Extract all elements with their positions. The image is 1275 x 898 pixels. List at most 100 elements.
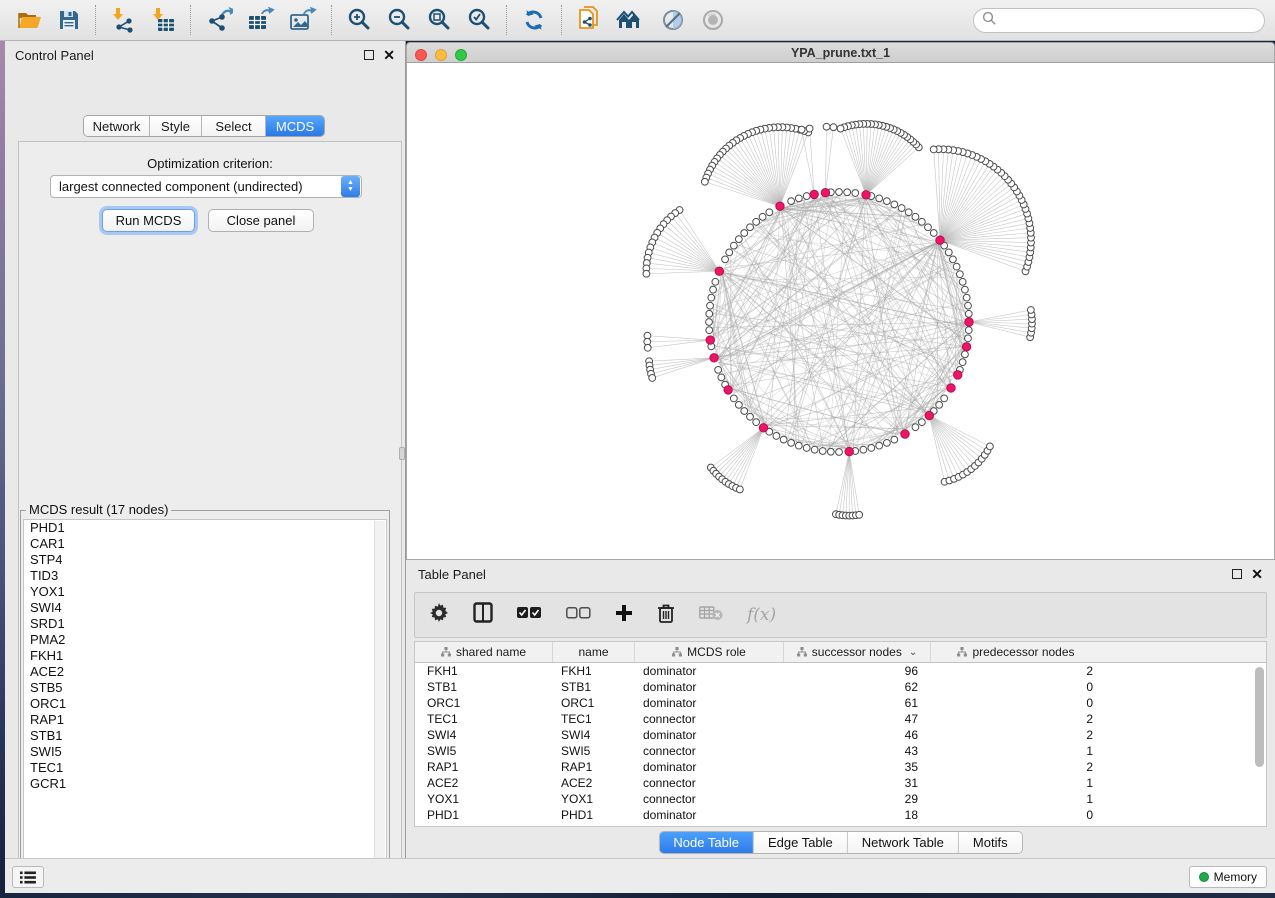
mcds-result-item[interactable]: SWI5 bbox=[24, 744, 386, 760]
network-node[interactable] bbox=[827, 448, 834, 455]
network-canvas[interactable] bbox=[406, 63, 1275, 560]
column-header-shared-name[interactable]: shared name bbox=[415, 642, 553, 662]
network-window-titlebar[interactable]: YPA_prune.txt_1 bbox=[406, 42, 1275, 63]
mcds-result-item[interactable]: YOX1 bbox=[24, 584, 386, 600]
zoom-selected-icon[interactable] bbox=[459, 4, 499, 36]
network-node[interactable] bbox=[837, 125, 844, 132]
table-scrollbar[interactable] bbox=[1255, 667, 1264, 767]
network-node[interactable] bbox=[819, 448, 826, 455]
settings-gear-icon[interactable] bbox=[429, 603, 449, 628]
tab-select[interactable]: Select bbox=[202, 116, 266, 136]
network-node[interactable] bbox=[710, 286, 717, 293]
network-node[interactable] bbox=[759, 213, 766, 220]
search-field[interactable] bbox=[973, 8, 1265, 33]
network-node[interactable] bbox=[836, 449, 843, 456]
mcds-hub-node[interactable] bbox=[936, 236, 944, 244]
network-node[interactable] bbox=[712, 278, 719, 285]
export-image-icon[interactable] bbox=[282, 4, 324, 36]
network-node[interactable] bbox=[986, 443, 993, 450]
network-node[interactable] bbox=[891, 201, 898, 208]
export-table-icon[interactable] bbox=[240, 4, 282, 36]
criterion-select[interactable]: largest connected component (undirected)… bbox=[50, 175, 362, 198]
network-node[interactable] bbox=[718, 374, 725, 381]
network-node[interactable] bbox=[930, 146, 937, 153]
network-node[interactable] bbox=[747, 224, 754, 231]
network-node[interactable] bbox=[898, 205, 905, 212]
table-row[interactable]: STB1STB1dominator620 bbox=[415, 679, 1266, 695]
network-node[interactable] bbox=[959, 278, 966, 285]
network-node[interactable] bbox=[753, 218, 760, 225]
mcds-result-item[interactable]: ACE2 bbox=[24, 664, 386, 680]
network-node[interactable] bbox=[930, 230, 937, 237]
network-node[interactable] bbox=[803, 193, 810, 200]
show-details-icon[interactable] bbox=[693, 4, 733, 36]
mcds-list-scrollbar[interactable] bbox=[374, 521, 385, 874]
mcds-result-item[interactable]: TEC1 bbox=[24, 760, 386, 776]
open-folder-icon[interactable] bbox=[10, 4, 50, 36]
maximize-window-icon[interactable] bbox=[455, 49, 467, 61]
table-row[interactable]: SWI5SWI5connector431 bbox=[415, 743, 1266, 759]
memory-button[interactable]: Memory bbox=[1189, 866, 1267, 888]
network-node[interactable] bbox=[936, 401, 943, 408]
network-node[interactable] bbox=[1027, 307, 1034, 314]
network-node[interactable] bbox=[962, 351, 969, 358]
table-row[interactable]: RAP1RAP1dominator352 bbox=[415, 759, 1266, 775]
network-node[interactable] bbox=[722, 256, 729, 263]
float-panel-icon[interactable] bbox=[1232, 569, 1242, 579]
close-panel-button[interactable]: Close panel bbox=[208, 209, 314, 232]
add-column-icon[interactable] bbox=[615, 604, 633, 627]
mcds-result-item[interactable]: STB5 bbox=[24, 680, 386, 696]
network-node[interactable] bbox=[780, 436, 787, 443]
task-history-button[interactable] bbox=[12, 866, 44, 888]
table-row[interactable]: ACE2ACE2connector311 bbox=[415, 775, 1266, 791]
network-node[interactable] bbox=[735, 401, 742, 408]
network-node[interactable] bbox=[860, 446, 867, 453]
zoom-in-icon[interactable] bbox=[339, 4, 379, 36]
network-node[interactable] bbox=[918, 218, 925, 225]
mcds-hub-node[interactable] bbox=[947, 384, 955, 392]
search-input[interactable] bbox=[997, 13, 1264, 28]
network-node[interactable] bbox=[959, 359, 966, 366]
network-node[interactable] bbox=[766, 209, 773, 216]
mcds-result-item[interactable]: RAP1 bbox=[24, 712, 386, 728]
mcds-result-item[interactable]: FKH1 bbox=[24, 648, 386, 664]
network-node[interactable] bbox=[706, 319, 713, 326]
import-table-icon[interactable] bbox=[143, 4, 183, 36]
deselect-all-checkboxes-icon[interactable] bbox=[566, 606, 591, 624]
network-node[interactable] bbox=[883, 439, 890, 446]
network-node[interactable] bbox=[701, 178, 708, 185]
mcds-result-item[interactable]: STP4 bbox=[24, 552, 386, 568]
network-node[interactable] bbox=[730, 395, 737, 402]
network-node[interactable] bbox=[753, 419, 760, 426]
close-panel-icon[interactable]: ✕ bbox=[383, 50, 395, 60]
tab-edge-table[interactable]: Edge Table bbox=[754, 832, 848, 853]
network-node[interactable] bbox=[905, 209, 912, 216]
mcds-hub-node[interactable] bbox=[724, 386, 732, 394]
network-node[interactable] bbox=[741, 230, 748, 237]
network-node[interactable] bbox=[962, 286, 969, 293]
mcds-result-item[interactable]: STB1 bbox=[24, 728, 386, 744]
table-row[interactable]: YOX1YOX1connector291 bbox=[415, 791, 1266, 807]
mcds-result-item[interactable]: GCR1 bbox=[24, 776, 386, 792]
network-node[interactable] bbox=[844, 189, 851, 196]
tab-network-table[interactable]: Network Table bbox=[848, 832, 959, 853]
network-node[interactable] bbox=[643, 270, 650, 277]
mcds-result-list[interactable]: PHD1CAR1STP4TID3YOX1SWI4SRD1PMA2FKH1ACE2… bbox=[23, 519, 387, 876]
network-node[interactable] bbox=[965, 310, 972, 317]
mcds-result-item[interactable]: CAR1 bbox=[24, 536, 386, 552]
network-node[interactable] bbox=[736, 486, 743, 493]
network-node[interactable] bbox=[941, 395, 948, 402]
search-network-icon[interactable] bbox=[609, 4, 653, 36]
network-node[interactable] bbox=[795, 195, 802, 202]
network-node[interactable] bbox=[945, 249, 952, 256]
mcds-hub-node[interactable] bbox=[965, 318, 973, 326]
run-mcds-button[interactable]: Run MCDS bbox=[102, 209, 195, 232]
network-node[interactable] bbox=[918, 419, 925, 426]
network-node[interactable] bbox=[876, 442, 883, 449]
network-node[interactable] bbox=[912, 213, 919, 220]
network-node[interactable] bbox=[830, 124, 837, 131]
mcds-hub-node[interactable] bbox=[759, 424, 767, 432]
network-node[interactable] bbox=[956, 271, 963, 278]
select-all-checkboxes-icon[interactable] bbox=[517, 606, 542, 624]
network-node[interactable] bbox=[803, 445, 810, 452]
